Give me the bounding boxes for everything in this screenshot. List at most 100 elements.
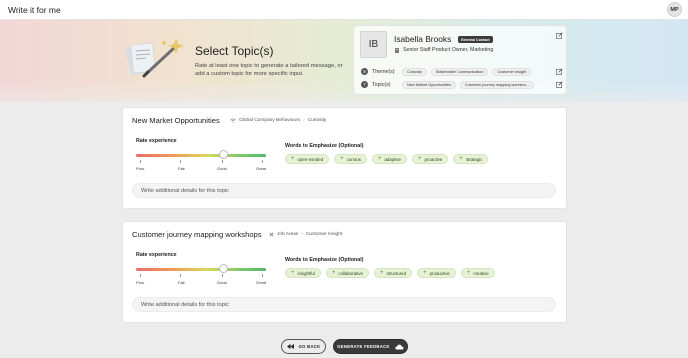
edit-contact-icon[interactable]: [556, 32, 563, 39]
emphasize-label: Words to Emphasize (Optional): [285, 143, 364, 149]
plus-icon: +: [423, 270, 427, 276]
rate-label: Rate experience: [136, 138, 177, 144]
rewind-icon: [286, 344, 294, 349]
theme-chip[interactable]: Customer Insight: [492, 67, 532, 76]
rating-label-fair: Fair: [178, 166, 185, 171]
rating-label-good: Good: [217, 280, 227, 285]
topic-details-input[interactable]: Write additional details for this topic: [132, 183, 556, 198]
theme-chip[interactable]: Curiosity: [402, 67, 427, 76]
contact-profile-card: IB Isabella Brooks External Contact Seni…: [353, 25, 567, 95]
emphasize-words: + open-minded + curious + adaptive + proacti…: [285, 154, 489, 164]
breadcrumb-parent: Job Areas: [277, 232, 299, 237]
word-chip-label: creative: [473, 270, 489, 276]
topics-label: Topic(s): [372, 81, 391, 88]
tick: [180, 274, 181, 277]
go-back-button[interactable]: GO BACK: [281, 339, 326, 354]
rating-scale: Poor Fair Good Great: [136, 274, 266, 288]
word-chip[interactable]: + adaptive: [371, 154, 407, 164]
breadcrumb-chevron-icon: ›: [301, 232, 303, 237]
plus-icon: +: [291, 156, 295, 162]
tick: [262, 160, 263, 163]
rating-label-poor: Poor: [136, 280, 145, 285]
rating-label-good: Good: [217, 166, 227, 171]
word-chip[interactable]: + open-minded: [285, 154, 330, 164]
external-contact-badge: External Contact: [458, 36, 493, 43]
slider-thumb[interactable]: [218, 150, 228, 159]
topic-details-input[interactable]: Write additional details for this topic: [132, 297, 556, 312]
rating-label-great: Great: [256, 280, 267, 285]
word-chip[interactable]: + proactive: [411, 154, 449, 164]
rating-slider[interactable]: [136, 264, 266, 273]
topic-chip[interactable]: Customer journey mapping worksho...: [459, 80, 534, 89]
building-icon: [395, 48, 399, 53]
word-chip[interactable]: + insightful: [285, 268, 321, 278]
contact-name: Isabella Brooks: [394, 34, 452, 44]
go-back-label: GO BACK: [298, 344, 321, 349]
word-chip-label: productive: [429, 270, 450, 276]
themes-label: Theme(s): [372, 68, 395, 75]
themes-row: 8 Theme(s) Curiosity Stakeholder Communi…: [361, 67, 535, 76]
topics-count: 7: [361, 81, 368, 88]
word-chip[interactable]: + creative: [460, 268, 495, 278]
plus-icon: +: [340, 156, 344, 162]
word-chip-label: adaptive: [384, 156, 401, 162]
plus-icon: +: [380, 270, 384, 276]
breadcrumb-parent: Global Company Behaviours: [239, 118, 301, 123]
topic-title: New Market Opportunities: [132, 116, 220, 125]
theme-chip[interactable]: Stakeholder Communication: [430, 67, 489, 76]
word-chip[interactable]: + curious: [334, 154, 367, 164]
plus-icon: +: [417, 156, 422, 162]
tick: [222, 274, 223, 277]
word-chip-label: strategic: [465, 156, 483, 162]
slider-track: [136, 154, 266, 157]
themes-count: 8: [361, 68, 368, 75]
tick: [140, 274, 141, 277]
emphasize-label: Words to Emphasize (Optional): [285, 257, 364, 263]
tick: [180, 160, 181, 163]
wifi-icon: [230, 118, 236, 123]
generate-feedback-button[interactable]: GENERATE FEEDBACK: [333, 339, 408, 354]
rating-label-poor: Poor: [136, 166, 145, 171]
top-bar: Write it for me MP: [0, 0, 688, 20]
topic-breadcrumb: Job Areas › Customer Insight: [269, 232, 342, 237]
word-chip-label: structured: [386, 270, 407, 276]
slider-track: [136, 268, 266, 271]
slider-thumb[interactable]: [218, 264, 228, 273]
topics-row: 7 Topic(s) New Market Opportunities Cust…: [361, 80, 538, 89]
plus-icon: +: [377, 156, 382, 162]
plus-icon: +: [331, 270, 336, 276]
tick: [140, 160, 141, 163]
app-title: Write it for me: [8, 4, 61, 15]
word-chip[interactable]: + collaborative: [325, 268, 370, 278]
page-title: Select Topic(s): [195, 44, 274, 58]
word-chip-label: curious: [346, 156, 361, 162]
word-chip-label: open-minded: [297, 156, 324, 162]
breadcrumb-child: Curiosity: [307, 118, 327, 123]
word-chip-label: insightful: [297, 270, 315, 276]
word-chip-label: proactive: [424, 156, 443, 162]
user-avatar[interactable]: MP: [667, 2, 682, 17]
word-chip-label: collaborative: [338, 270, 364, 276]
edit-topics-icon[interactable]: [556, 81, 563, 88]
breadcrumb-chevron-icon: ›: [303, 118, 305, 123]
contact-avatar: IB: [360, 31, 387, 58]
rating-label-great: Great: [256, 166, 267, 171]
rating-slider[interactable]: [136, 150, 266, 159]
rating-label-fair: Fair: [178, 280, 185, 285]
tick: [262, 274, 263, 277]
plus-icon: +: [291, 270, 295, 276]
topic-title: Customer journey mapping workshops: [132, 230, 262, 239]
rate-label: Rate experience: [136, 252, 177, 258]
word-chip[interactable]: + structured: [374, 268, 413, 278]
topic-breadcrumb: Global Company Behaviours › Curiosity: [230, 118, 326, 123]
emphasize-words: + insightful + collaborative + structured +…: [285, 268, 495, 278]
edit-themes-icon[interactable]: [556, 68, 563, 75]
plus-icon: +: [466, 270, 471, 276]
cloud-icon: [395, 344, 404, 349]
topic-card: Customer journey mapping workshops Job A…: [122, 221, 567, 323]
rating-scale: Poor Fair Good Great: [136, 160, 266, 174]
word-chip[interactable]: + strategic: [453, 154, 489, 164]
word-chip[interactable]: + productive: [417, 268, 456, 278]
topic-chip[interactable]: New Market Opportunities: [402, 80, 456, 89]
contact-role-row: Senior Staff Product Owner, Marketing: [394, 47, 493, 53]
